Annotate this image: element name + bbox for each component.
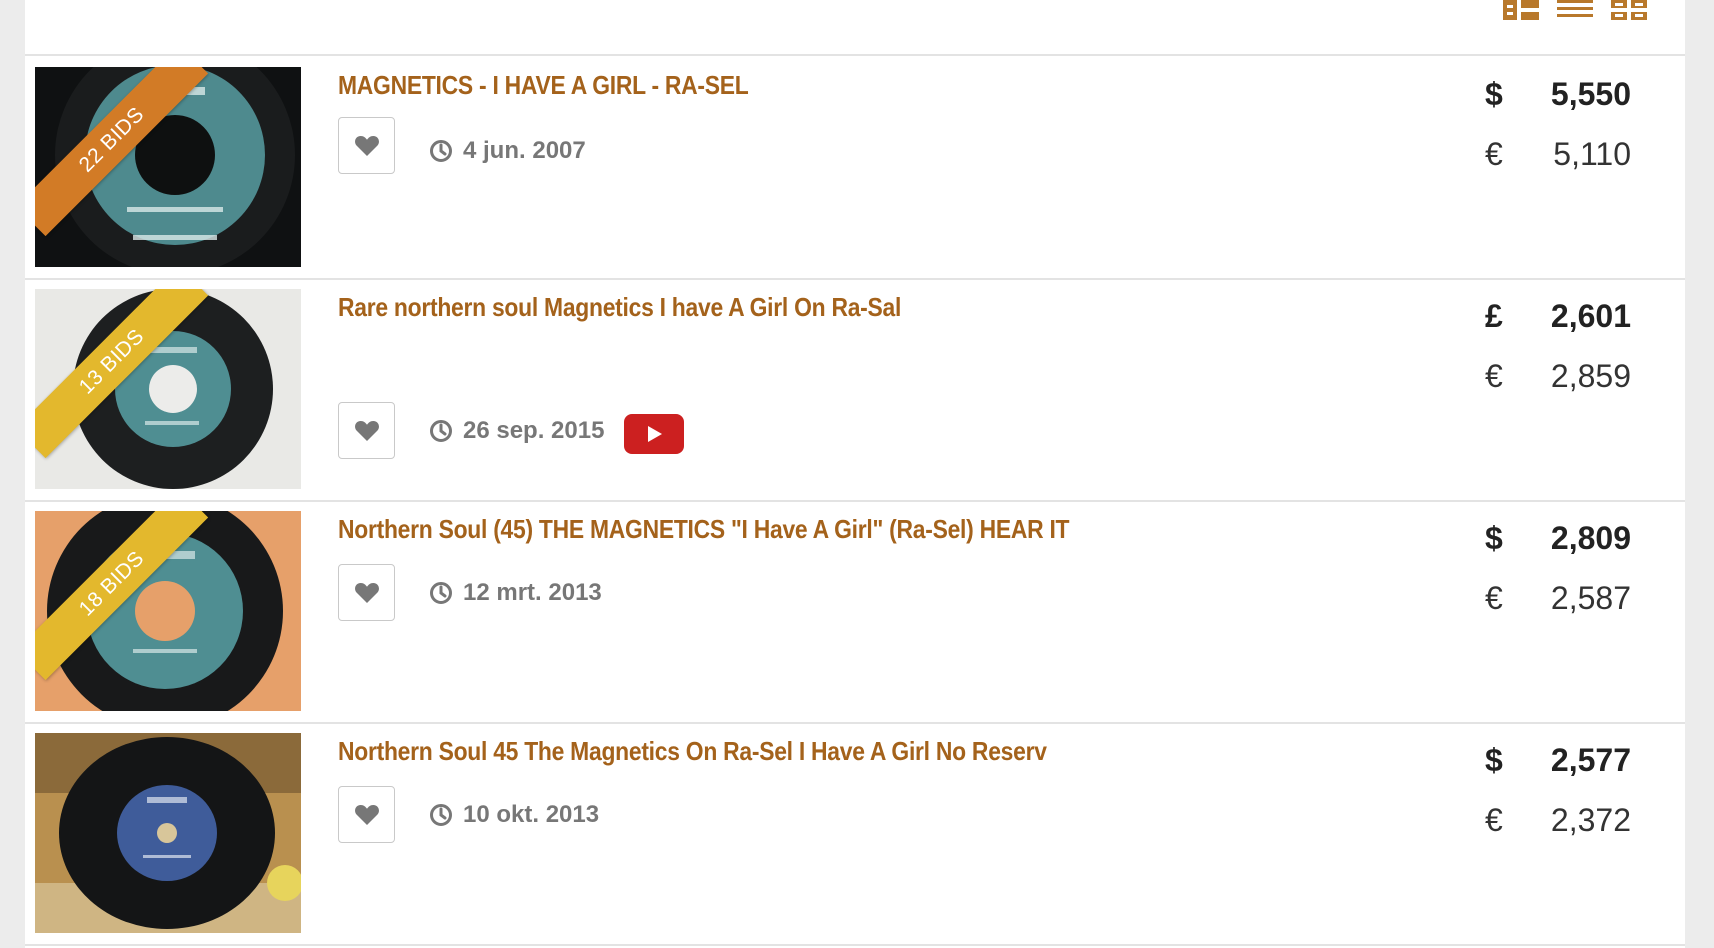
listing-row[interactable]: 13 BIDS Rare northern soul Magnetics I h… xyxy=(25,278,1685,502)
price-value: 2,601 xyxy=(1550,297,1631,334)
favorite-button[interactable] xyxy=(338,117,395,174)
list-view-icon[interactable] xyxy=(1557,0,1593,20)
listing-title[interactable]: Rare northern soul Magnetics I have A Gi… xyxy=(338,292,901,323)
record-thumbnail[interactable]: 13 BIDS xyxy=(35,289,301,489)
currency-symbol: € xyxy=(1485,135,1503,172)
listing-date: 4 jun. 2007 xyxy=(429,136,586,166)
clock-icon xyxy=(430,582,452,604)
listing-date: 12 mrt. 2013 xyxy=(429,578,602,608)
favorite-button[interactable] xyxy=(338,786,395,843)
currency-symbol: € xyxy=(1485,357,1503,394)
favorite-button[interactable] xyxy=(338,564,395,621)
price-value: 5,110 xyxy=(1553,135,1631,172)
favorite-button[interactable] xyxy=(338,402,395,459)
record-thumbnail[interactable]: 22 BIDS xyxy=(35,67,301,267)
heart-icon xyxy=(354,135,379,156)
date-text: 26 sep. 2015 xyxy=(463,417,605,444)
heart-icon xyxy=(354,804,379,825)
price-primary: $ 5,550 xyxy=(1485,74,1631,114)
price-secondary: € 5,110 xyxy=(1485,134,1631,174)
listing-title[interactable]: MAGNETICS - I HAVE A GIRL - RA-SEL xyxy=(338,70,749,101)
heart-icon xyxy=(354,420,379,441)
grid-view-icon[interactable] xyxy=(1611,0,1647,20)
listing-row[interactable]: 22 BIDS MAGNETICS - I HAVE A GIRL - RA-S… xyxy=(25,56,1685,280)
clock-icon xyxy=(430,420,452,442)
price-value: 2,859 xyxy=(1550,357,1631,394)
heart-icon xyxy=(354,582,379,603)
price-primary: $ 2,809 xyxy=(1485,518,1631,558)
currency-symbol: $ xyxy=(1485,741,1503,778)
price-secondary: € 2,372 xyxy=(1485,800,1631,840)
listing-title[interactable]: Northern Soul 45 The Magnetics On Ra-Sel… xyxy=(338,736,1047,767)
currency-symbol: $ xyxy=(1485,519,1503,556)
listing-row-partial xyxy=(25,944,1685,948)
listing-row[interactable]: Northern Soul 45 The Magnetics On Ra-Sel… xyxy=(25,722,1685,946)
price-value: 2,809 xyxy=(1550,519,1631,556)
price-secondary: € 2,587 xyxy=(1485,578,1631,618)
clock-icon xyxy=(430,140,452,162)
price-value: 2,577 xyxy=(1550,741,1631,778)
price-secondary: € 2,859 xyxy=(1485,356,1631,396)
price-value: 2,372 xyxy=(1550,801,1631,838)
price-primary: $ 2,577 xyxy=(1485,740,1631,780)
detail-view-icon[interactable] xyxy=(1503,0,1539,20)
clock-icon xyxy=(430,804,452,826)
listing-date: 10 okt. 2013 xyxy=(429,800,599,830)
listing-date: 26 sep. 2015 xyxy=(429,416,604,446)
youtube-video-button[interactable] xyxy=(624,414,684,454)
price-primary: £ 2,601 xyxy=(1485,296,1631,336)
results-panel: 22 BIDS MAGNETICS - I HAVE A GIRL - RA-S… xyxy=(25,0,1685,948)
currency-symbol: £ xyxy=(1485,297,1503,334)
listing-row[interactable]: 18 BIDS Northern Soul (45) THE MAGNETICS… xyxy=(25,500,1685,724)
record-thumbnail[interactable] xyxy=(35,733,301,933)
record-thumbnail[interactable]: 18 BIDS xyxy=(35,511,301,711)
view-toolbar xyxy=(25,0,1685,56)
date-text: 12 mrt. 2013 xyxy=(463,579,602,606)
date-text: 4 jun. 2007 xyxy=(463,137,586,164)
youtube-play-icon xyxy=(624,414,684,454)
price-value: 5,550 xyxy=(1550,75,1631,112)
price-value: 2,587 xyxy=(1550,579,1631,616)
currency-symbol: € xyxy=(1485,801,1503,838)
currency-symbol: € xyxy=(1485,579,1503,616)
date-text: 10 okt. 2013 xyxy=(463,801,600,828)
currency-symbol: $ xyxy=(1485,75,1503,112)
listing-title[interactable]: Northern Soul (45) THE MAGNETICS "I Have… xyxy=(338,514,1070,545)
